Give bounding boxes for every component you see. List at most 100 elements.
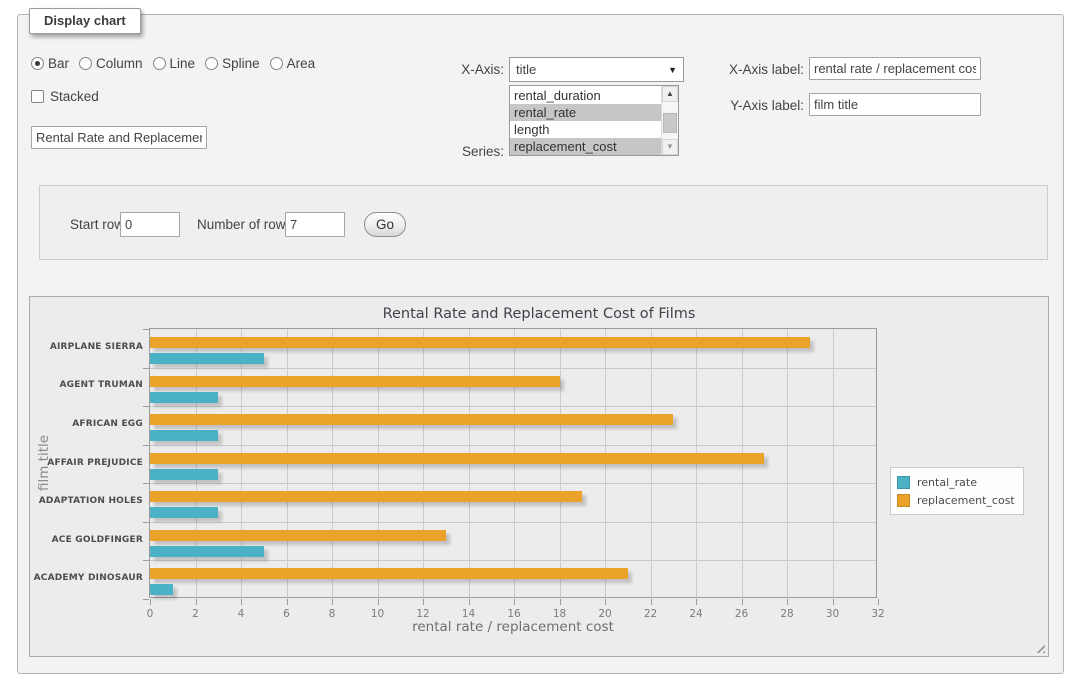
chevron-down-icon: ▼ <box>668 65 677 75</box>
display-chart-fieldset: Display chart BarColumnLineSplineArea St… <box>17 14 1064 674</box>
radio-line[interactable] <box>153 57 166 70</box>
chart-title: Rental Rate and Replacement Cost of Film… <box>30 306 1048 322</box>
series-label: Series: <box>421 144 504 159</box>
bar-rental_rate <box>150 392 218 403</box>
bar-replacement_cost <box>150 568 628 579</box>
radio-label: Spline <box>222 56 260 71</box>
chart-x-axis-title: rental rate / replacement cost <box>412 619 614 635</box>
stacked-row: Stacked <box>31 89 99 104</box>
series-option-rental_duration[interactable]: rental_duration <box>510 87 661 104</box>
chart-plot-area: 02468101214161820222426283032 <box>149 328 877 598</box>
go-button[interactable]: Go <box>364 212 406 237</box>
x-tick-label: 26 <box>727 608 757 620</box>
radio-label: Area <box>287 56 316 71</box>
chart-type-radio-group: BarColumnLineSplineArea <box>31 56 319 71</box>
x-tick-mark <box>742 599 743 605</box>
bar-rental_rate <box>150 430 218 441</box>
x-tick-label: 28 <box>772 608 802 620</box>
x-tick-mark <box>287 599 288 605</box>
x-axis-select-label: X-Axis: <box>421 62 504 77</box>
x-tick-mark <box>651 599 652 605</box>
bar-rental_rate <box>150 507 218 518</box>
x-tick-label: 8 <box>317 608 347 620</box>
y-tick-mark <box>143 599 149 600</box>
category-label: ACADEMY DINOSAUR <box>30 573 143 583</box>
stacked-label: Stacked <box>50 89 99 104</box>
number-of-rows-label: Number of rows: <box>197 217 296 232</box>
x-tick-label: 24 <box>681 608 711 620</box>
fieldset-legend: Display chart <box>29 8 141 34</box>
stacked-checkbox[interactable] <box>31 90 44 103</box>
legend-swatch-rental_rate <box>897 476 910 489</box>
x-tick-label: 0 <box>135 608 165 620</box>
gridline <box>150 522 876 523</box>
bar-rental_rate <box>150 584 173 595</box>
number-of-rows-input[interactable] <box>285 212 345 237</box>
chart-type-option-spline: Spline <box>205 56 260 71</box>
chart-legend: rental_rate replacement_cost <box>890 467 1024 515</box>
series-option-replacement_cost[interactable]: replacement_cost <box>510 138 661 155</box>
y-tick-mark <box>143 406 149 407</box>
legend-entry: rental_rate <box>897 473 1015 491</box>
scroll-down-icon[interactable]: ▼ <box>662 139 678 155</box>
gridline <box>150 368 876 369</box>
x-tick-label: 4 <box>226 608 256 620</box>
y-tick-mark <box>143 368 149 369</box>
x-tick-mark <box>833 599 834 605</box>
bar-rental_rate <box>150 353 264 364</box>
chart-y-axis-title: film title <box>36 435 52 491</box>
scroll-up-icon[interactable]: ▲ <box>662 86 678 102</box>
category-label: AFRICAN EGG <box>30 419 143 429</box>
start-row-input[interactable] <box>120 212 180 237</box>
y-axis-label-label: Y-Axis label: <box>706 98 804 113</box>
bar-replacement_cost <box>150 453 764 464</box>
gridline <box>150 560 876 561</box>
bar-replacement_cost <box>150 491 582 502</box>
radio-column[interactable] <box>79 57 92 70</box>
chart-container: Rental Rate and Replacement Cost of Film… <box>29 296 1049 657</box>
x-tick-mark <box>378 599 379 605</box>
x-tick-mark <box>878 599 879 605</box>
y-tick-mark <box>143 445 149 446</box>
category-label: ACE GOLDFINGER <box>30 535 143 545</box>
y-axis-label-input[interactable] <box>809 93 981 116</box>
x-tick-mark <box>423 599 424 605</box>
x-tick-label: 32 <box>863 608 893 620</box>
x-tick-mark <box>469 599 470 605</box>
radio-spline[interactable] <box>205 57 218 70</box>
resize-handle-icon[interactable] <box>1033 641 1045 653</box>
series-listbox[interactable]: rental_durationrental_ratelengthreplacem… <box>509 85 679 156</box>
radio-label: Bar <box>48 56 69 71</box>
y-tick-mark <box>143 560 149 561</box>
radio-label: Column <box>96 56 143 71</box>
x-axis-select[interactable]: title ▼ <box>509 57 684 82</box>
category-label: AIRPLANE SIERRA <box>30 342 143 352</box>
x-tick-label: 6 <box>272 608 302 620</box>
legend-label: replacement_cost <box>917 494 1015 507</box>
x-tick-mark <box>560 599 561 605</box>
scrollbar-thumb[interactable] <box>663 113 677 133</box>
x-axis-label-input[interactable] <box>809 57 981 80</box>
bar-rental_rate <box>150 546 264 557</box>
radio-area[interactable] <box>270 57 283 70</box>
series-scrollbar[interactable]: ▲ ▼ <box>661 86 678 155</box>
chart-title-input[interactable] <box>31 126 207 149</box>
y-tick-mark <box>143 522 149 523</box>
x-tick-mark <box>332 599 333 605</box>
x-tick-mark <box>150 599 151 605</box>
bar-replacement_cost <box>150 414 673 425</box>
gridline <box>150 483 876 484</box>
bar-rental_rate <box>150 469 218 480</box>
legend-label: rental_rate <box>917 476 977 489</box>
series-option-rental_rate[interactable]: rental_rate <box>510 104 661 121</box>
radio-bar[interactable] <box>31 57 44 70</box>
x-tick-mark <box>241 599 242 605</box>
x-tick-mark <box>196 599 197 605</box>
bar-replacement_cost <box>150 376 560 387</box>
x-tick-mark <box>605 599 606 605</box>
x-tick-mark <box>696 599 697 605</box>
legend-entry: replacement_cost <box>897 491 1015 509</box>
series-option-length[interactable]: length <box>510 121 661 138</box>
gridline <box>150 445 876 446</box>
y-tick-mark <box>143 329 149 330</box>
